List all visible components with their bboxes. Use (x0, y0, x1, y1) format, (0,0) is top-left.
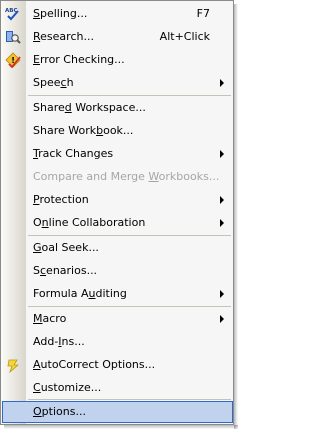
menu-item-label: Protection (33, 193, 89, 206)
menu-item-shared-workspace[interactable]: Shared Workspace... (2, 97, 232, 119)
submenu-arrow-icon (220, 315, 224, 323)
menu-item-goal-seek[interactable]: Goal Seek... (2, 237, 232, 259)
menu-separator (28, 306, 231, 307)
menu-item-spelling[interactable]: ABC Spelling... F7 (2, 3, 232, 25)
menu-separator (28, 235, 231, 236)
menu-item-label: Track Changes (33, 147, 114, 160)
menu-item-scenarios[interactable]: Scenarios... (2, 260, 232, 282)
menu-separator (28, 399, 231, 400)
menu-item-shortcut: Alt+Click (159, 30, 210, 43)
menu-item-research[interactable]: Research... Alt+Click (2, 26, 232, 48)
menu-item-label: Compare and Merge Workbooks... (33, 170, 220, 183)
submenu-arrow-icon (220, 196, 224, 204)
menu-item-shortcut: F7 (196, 7, 210, 20)
menu-item-label: Shared Workspace... (33, 101, 146, 114)
menu-item-share-workbook[interactable]: Share Workbook... (2, 120, 232, 142)
menu-item-track-changes[interactable]: Track Changes (2, 143, 232, 165)
menu-item-options[interactable]: Options... (2, 401, 233, 423)
menu-item-label: Online Collaboration (33, 216, 146, 229)
error-checking-icon: ! (5, 52, 21, 69)
menu-item-macro[interactable]: Macro (2, 308, 232, 330)
menu-shadow-bottom (4, 425, 238, 429)
menu-item-customize[interactable]: Customize... (2, 377, 232, 399)
spelling-icon: ABC (5, 6, 21, 22)
menu-item-online-collaboration[interactable]: Online Collaboration (2, 212, 232, 234)
menu-item-error-checking[interactable]: ! Error Checking... (2, 49, 232, 71)
menu-shadow-right (234, 4, 238, 429)
submenu-arrow-icon (220, 150, 224, 158)
menu-item-label: AutoCorrect Options... (33, 358, 156, 371)
tools-menu: ABC Spelling... F7 Research... Alt+Click… (0, 0, 234, 425)
menu-item-compare-merge: Compare and Merge Workbooks... (2, 166, 232, 188)
menu-item-label: Macro (33, 312, 67, 325)
menu-item-label: Scenarios... (33, 264, 98, 277)
menu-item-autocorrect-options[interactable]: AutoCorrect Options... (2, 354, 232, 376)
menu-item-label: Goal Seek... (33, 241, 99, 254)
menu-item-label: Share Workbook... (33, 124, 134, 137)
menu-item-label: Options... (33, 405, 86, 418)
menu-item-protection[interactable]: Protection (2, 189, 232, 211)
research-icon (5, 29, 21, 45)
menu-item-label: Add-Ins... (33, 335, 85, 348)
menu-item-label: Error Checking... (33, 53, 125, 66)
menu-item-label: Speech (33, 76, 74, 89)
menu-item-formula-auditing[interactable]: Formula Auditing (2, 283, 232, 305)
submenu-arrow-icon (220, 79, 224, 87)
autocorrect-icon (5, 357, 21, 374)
menu-item-label: Research... (33, 30, 94, 43)
menu-item-speech[interactable]: Speech (2, 72, 232, 94)
menu-item-label: Formula Auditing (33, 287, 127, 300)
menu-item-add-ins[interactable]: Add-Ins... (2, 331, 232, 353)
menu-separator (28, 95, 231, 96)
submenu-arrow-icon (220, 219, 224, 227)
menu-item-label: Spelling... (33, 7, 88, 20)
menu-item-label: Customize... (33, 381, 102, 394)
submenu-arrow-icon (220, 290, 224, 298)
